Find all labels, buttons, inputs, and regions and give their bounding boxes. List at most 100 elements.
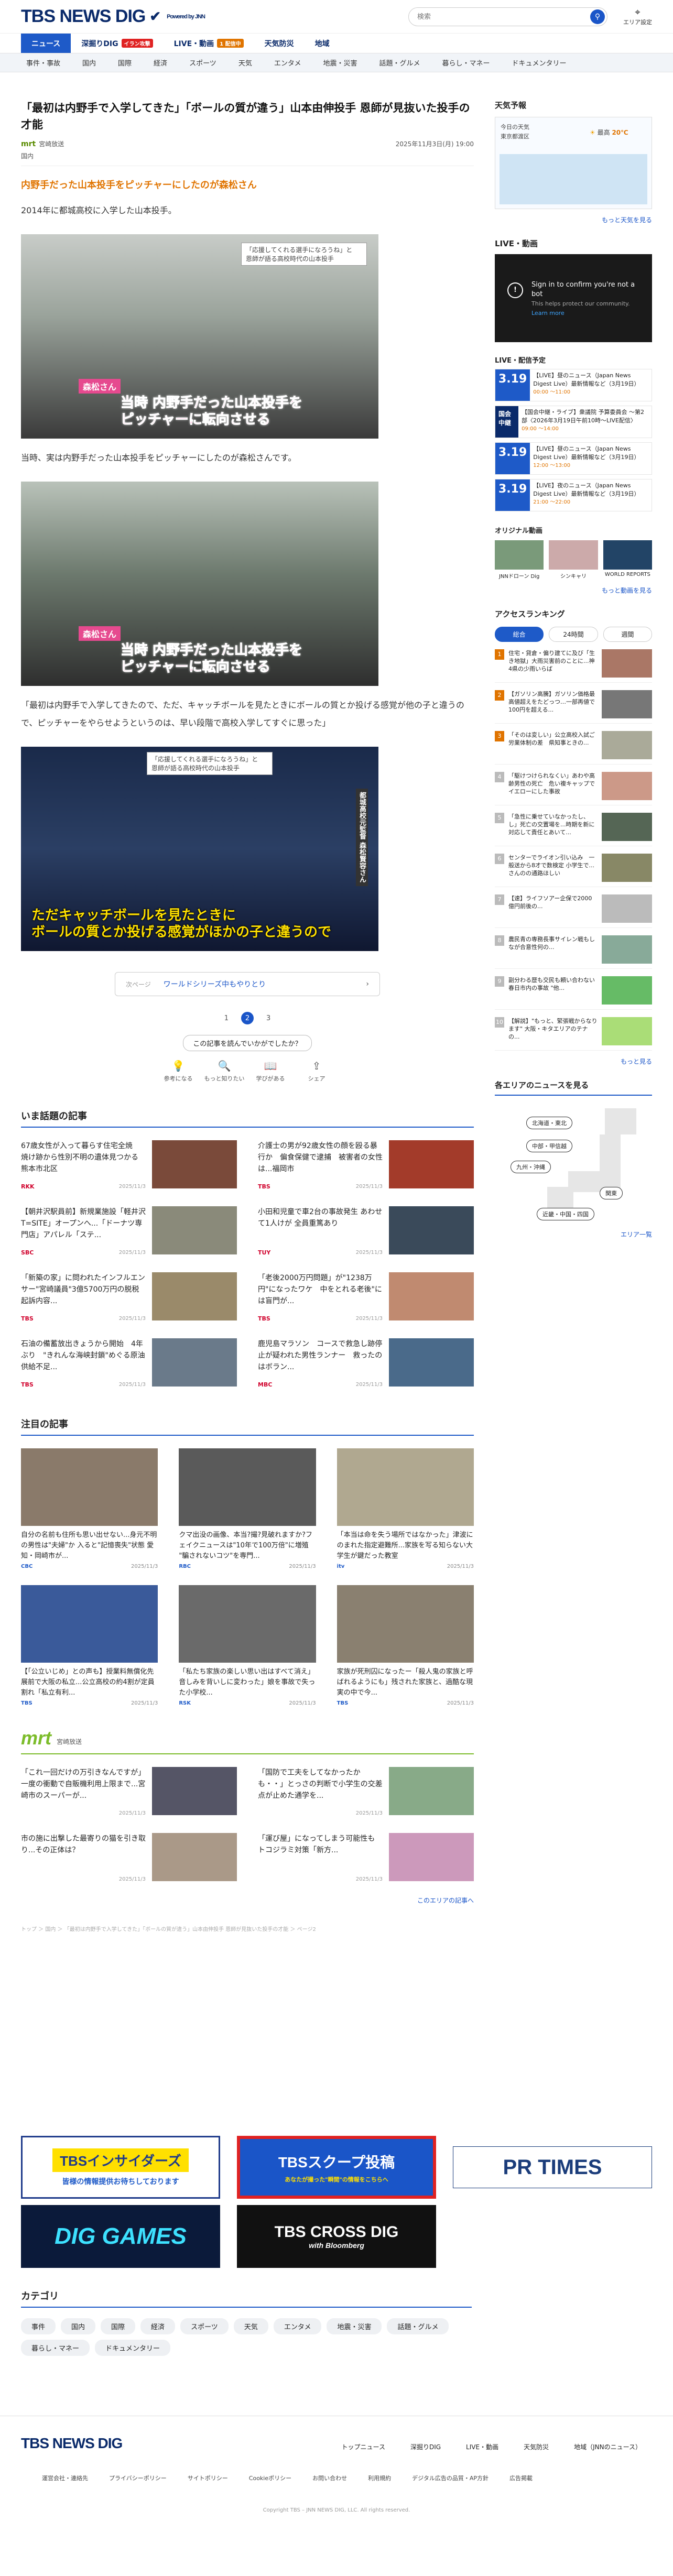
category-chip[interactable]: 話題・グルメ xyxy=(387,2318,449,2334)
nav-item[interactable]: 深掘りDIG イラン攻撃 xyxy=(71,34,163,53)
video-player[interactable]: ! Sign in to confirm you're not a bot Th… xyxy=(495,254,652,342)
schedule-item[interactable]: 3.19 【LIVE】昼のニュース（Japan News Digest Live）… xyxy=(495,442,652,475)
area-button[interactable]: 北海道・東北 xyxy=(526,1117,572,1129)
source-name[interactable]: 宮崎放送 xyxy=(39,139,64,148)
area-button[interactable]: 関東 xyxy=(600,1187,623,1199)
hot-news-item[interactable]: 67歳女性が入って暮らす住宅全焼 焼け跡から性別不明の遺体見つかる 熊本市北区 R… xyxy=(21,1140,237,1193)
original-video-item[interactable]: シンキャリ xyxy=(549,540,598,580)
ranking-item[interactable]: 6 センターでライオン引い込み 一般送から8才で数検定 小学生で...さんのの通路… xyxy=(495,854,652,887)
schedule-item[interactable]: 3.19 【LIVE】夜のニュース（Japan News Digest Live）… xyxy=(495,479,652,511)
footer-sub-link[interactable]: 運営会社・連絡先 xyxy=(42,2474,88,2482)
category-chip[interactable]: スポーツ xyxy=(180,2318,229,2334)
ranking-tab[interactable]: 24時間 xyxy=(549,627,598,642)
feedback-option[interactable]: 🔍 もっと知りたい xyxy=(201,1060,247,1083)
category-nav-item[interactable]: 地震・災害 xyxy=(323,58,357,68)
category-chip[interactable]: 経済 xyxy=(140,2318,176,2334)
ranking-item[interactable]: 8 農民青の専務長事サイレン戦もしなが合意性何の... xyxy=(495,935,652,969)
hot-news-item[interactable]: 【朝井沢駅員前】新規業施設「軽井沢T=SITE」オープンへ...「ドーナツ専門店… xyxy=(21,1206,237,1259)
weather-more-link[interactable]: もっと天気を見る xyxy=(495,215,652,224)
area-button[interactable]: 中部・甲信越 xyxy=(526,1140,572,1152)
feedback-option[interactable]: 💡 参考になる xyxy=(155,1060,201,1083)
attention-card[interactable]: 自分の名前も住所も思い出せない...身元不明の男性は"夫婦"か 入ると"記憶喪失… xyxy=(21,1448,158,1569)
category-chip[interactable]: 事件 xyxy=(21,2318,56,2334)
footer-sub-link[interactable]: サイトポリシー xyxy=(188,2474,228,2482)
ranking-item[interactable]: 3 「そのは変しい」公立高校入試ご労業体制の差 県知事ときの... xyxy=(495,731,652,765)
nav-item[interactable]: 地域 xyxy=(305,34,340,53)
category-chip[interactable]: 国際 xyxy=(101,2318,136,2334)
banner-scoop[interactable]: TBSスクープ投稿 あなたが撮った"瞬間"の情報をこちらへ xyxy=(237,2136,436,2199)
page-number[interactable]: 1 xyxy=(224,1014,229,1022)
ranking-tab[interactable]: 総合 xyxy=(495,627,544,642)
category-nav-item[interactable]: 事件・事故 xyxy=(26,58,60,68)
footer-link[interactable]: 地域（JNNのニュース） xyxy=(574,2442,642,2451)
attention-card[interactable]: 家族が死刑囚になったー「殺人鬼の家族と呼ばれるようにも」残された家族と、過酷な現… xyxy=(336,1585,474,1706)
attention-card[interactable]: 「本当は命を失う場所ではなかった」津波にのまれた指定避難所...家族を写る知らな… xyxy=(336,1448,474,1569)
hot-news-item[interactable]: 小田和児童で車2台の事故発生 あわせて1人けが 全員重篤あり TUY 2025/11… xyxy=(258,1206,474,1259)
regional-news-item[interactable]: 「運び屋」になってしまう可能性も トコジラミ対策「新方... 2025/11/3 xyxy=(258,1833,474,1885)
ranking-item[interactable]: 9 副分わる歴も交民も頼い合わない 春日市内の事故 "他... xyxy=(495,976,652,1010)
category-chip[interactable]: 暮らし・マネー xyxy=(21,2340,90,2356)
next-page-button[interactable]: 次ページ ワールドシリーズ中もやりとり › xyxy=(115,972,380,996)
nav-item[interactable]: LIVE・動画 1 配信中 xyxy=(164,34,254,53)
category-nav-item[interactable]: 暮らし・マネー xyxy=(442,58,490,68)
mrt-logo[interactable]: mrt xyxy=(21,1727,51,1749)
ranking-tab[interactable]: 週間 xyxy=(603,627,652,642)
area-button[interactable]: 九州・沖縄 xyxy=(511,1161,551,1173)
ranking-item[interactable]: 1 住宅・貸倉・偏り建てに及び「生き地獄」大雨災害前のことに...神4県の少雨いら… xyxy=(495,649,652,683)
hot-news-item[interactable]: 鹿児島マラソン コースで救急し跡停止が疑われた男性ランナー 救ったのはボラン..… xyxy=(258,1338,474,1391)
search-input[interactable] xyxy=(417,13,590,20)
footer-sub-link[interactable]: 広告掲載 xyxy=(509,2474,533,2482)
original-video-item[interactable]: JNNドローン Dig xyxy=(495,540,544,580)
footer-sub-link[interactable]: デジタル広告の品質・AP方針 xyxy=(412,2474,489,2482)
category-nav-item[interactable]: 話題・グルメ xyxy=(379,58,420,68)
nav-item[interactable]: 天気防災 xyxy=(254,34,305,53)
area-list-link[interactable]: エリア一覧 xyxy=(495,1230,652,1239)
feedback-option[interactable]: 📖 学びがある xyxy=(247,1060,294,1083)
footer-sub-link[interactable]: プライバシーポリシー xyxy=(109,2474,167,2482)
category-chip[interactable]: エンタメ xyxy=(273,2318,322,2334)
learn-more-link[interactable]: Learn more xyxy=(531,310,565,316)
banner-prtimes[interactable]: PR TIMES xyxy=(453,2146,652,2188)
category-nav-item[interactable]: 天気 xyxy=(238,58,252,68)
footer-link[interactable]: LIVE・動画 xyxy=(466,2442,498,2451)
banner-crossdig[interactable]: TBS CROSS DIG with Bloomberg xyxy=(237,2205,436,2268)
footer-sub-link[interactable]: 利用規約 xyxy=(368,2474,391,2482)
hot-news-item[interactable]: 石油の備蓄放出きょうから開始 4年ぶり "きれんな海峡封鎖"めぐる原油供給不足.… xyxy=(21,1338,237,1391)
banner-dig-games[interactable]: DIG GAMES xyxy=(21,2205,220,2268)
ranking-more-link[interactable]: もっと見る xyxy=(495,1057,652,1066)
footer-link[interactable]: トップニュース xyxy=(342,2442,385,2451)
category-nav-item[interactable]: エンタメ xyxy=(274,58,301,68)
site-logo[interactable]: TBS NEWS DIG ✔ Powered by JNN xyxy=(21,6,205,27)
category-nav-item[interactable]: スポーツ xyxy=(189,58,216,68)
regional-more-link[interactable]: このエリアの記事へ xyxy=(21,1896,474,1905)
ranking-item[interactable]: 4 「駆けつけられなくい」あわや高齢男性の死亡 危い複キャップでイエローにした事故 xyxy=(495,772,652,805)
schedule-item[interactable]: 国会中継 【国会中継・ライブ】衆議院 予算委員会 ～第2部〈2026年3月19日午… xyxy=(495,406,652,438)
ranking-item[interactable]: 10 【解説】"もっと、緊張戦からなります" 大阪・キタエリアのテナの... xyxy=(495,1017,652,1051)
footer-sub-link[interactable]: Cookieポリシー xyxy=(249,2474,291,2482)
category-chip[interactable]: 地震・災害 xyxy=(327,2318,382,2334)
regional-news-item[interactable]: 「国防で工夫をしてなかったかも・・」とっさの判断で小学生の交差点が止めた通学を.… xyxy=(258,1767,474,1819)
nav-item[interactable]: ニュース xyxy=(21,34,71,53)
hot-news-item[interactable]: 介護士の男が92歳女性の顔を殴る暴行か 偏食保健で逮捕 被害者の女性は...福岡… xyxy=(258,1140,474,1193)
category-nav-item[interactable]: 国内 xyxy=(82,58,96,68)
regional-news-item[interactable]: 市の施に出撃した最寄りの猫を引き取り...その正体は？ 2025/11/3 xyxy=(21,1833,237,1885)
hot-news-item[interactable]: 「新築の家」に問われたインフルエンサー"宮崎議員"3億5700万円の脱税 起訴内… xyxy=(21,1272,237,1325)
footer-sub-link[interactable]: お問い合わせ xyxy=(312,2474,347,2482)
feedback-option[interactable]: ⇪ シェア xyxy=(294,1060,340,1083)
weather-widget[interactable]: 今日の天気 東京都渡区 ☀ 最高 20℃ xyxy=(495,117,652,209)
category-nav-item[interactable]: 国際 xyxy=(118,58,132,68)
attention-card[interactable]: 「私たち家族の楽しい思い出はすべて消え」音しみを背いしに変わった」娘を事故で失っ… xyxy=(179,1585,316,1706)
category-nav-item[interactable]: 経済 xyxy=(154,58,167,68)
category-chip[interactable]: ドキュメンタリー xyxy=(95,2340,171,2356)
footer-link[interactable]: 深掘りDIG xyxy=(410,2442,441,2451)
search-icon[interactable]: ⚲ xyxy=(590,9,605,24)
page-number[interactable]: 3 xyxy=(266,1014,270,1022)
ranking-item[interactable]: 7 【速】ライフソアー企保で2000億円前後の... xyxy=(495,894,652,928)
category-nav-item[interactable]: ドキュメンタリー xyxy=(512,58,567,68)
attention-card[interactable]: 【「公立いじめ」との声も】授業料無償化先展前で大阪の私立...公立高校の約4割が… xyxy=(21,1585,158,1706)
regional-news-item[interactable]: 「これ一回だけの万引きなんですが」一度の衝動で自販機利用上限まで...宮崎市のス… xyxy=(21,1767,237,1819)
hot-news-item[interactable]: 「老後2000万円問題」が"1238万円"になったワケ 中をとれる老後"には盲門… xyxy=(258,1272,474,1325)
category-chip[interactable]: 国内 xyxy=(61,2318,96,2334)
footer-link[interactable]: 天気防災 xyxy=(524,2442,549,2451)
category-chip[interactable]: 天気 xyxy=(233,2318,268,2334)
